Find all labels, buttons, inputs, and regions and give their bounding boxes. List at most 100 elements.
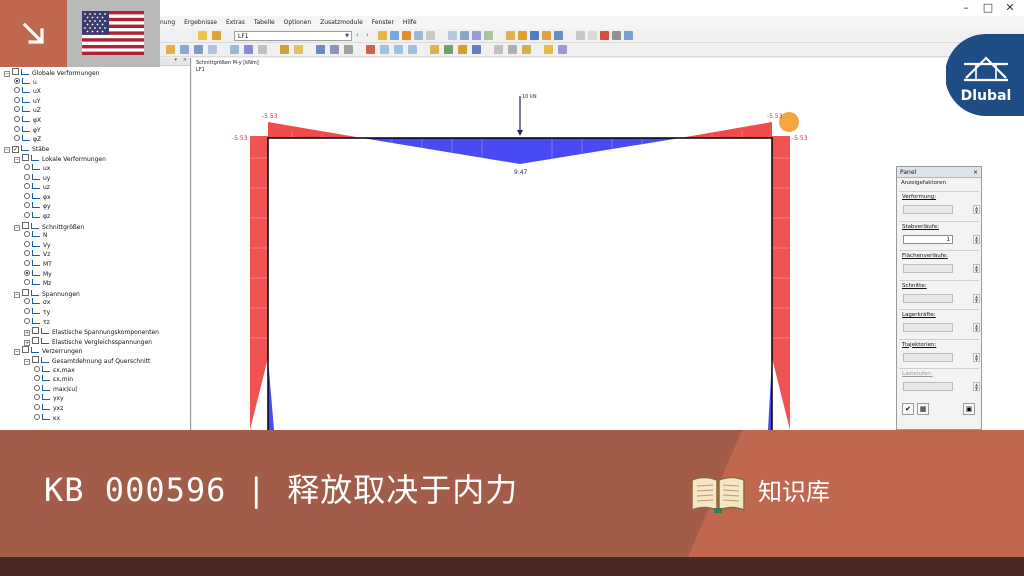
line-icon[interactable] bbox=[194, 45, 203, 54]
expand-icon[interactable]: − bbox=[24, 359, 30, 365]
tree-node[interactable]: − ✓ Stäbe bbox=[4, 144, 49, 154]
tree-node[interactable]: − Verzerrungen bbox=[14, 346, 82, 356]
view-z-icon[interactable] bbox=[408, 45, 417, 54]
view-x-icon[interactable] bbox=[380, 45, 389, 54]
tree-node[interactable]: φx bbox=[24, 192, 51, 202]
next-icon[interactable]: › bbox=[366, 31, 375, 40]
radio-button[interactable] bbox=[14, 135, 20, 142]
tree-node[interactable]: φX bbox=[14, 116, 41, 125]
surface-tool-icon[interactable] bbox=[208, 45, 217, 54]
tree-node[interactable]: φz bbox=[24, 212, 50, 221]
spin-button[interactable]: ▲ ▼ bbox=[973, 382, 980, 391]
close-icon[interactable]: × bbox=[973, 167, 978, 178]
expand-icon[interactable]: + bbox=[24, 330, 30, 337]
section-icon[interactable] bbox=[460, 31, 469, 40]
close-icon[interactable]: ✕ bbox=[999, 1, 1021, 15]
radio-button[interactable] bbox=[24, 231, 30, 238]
spin-button[interactable]: ▲ ▼ bbox=[973, 323, 980, 332]
close-icon[interactable]: × bbox=[183, 58, 187, 63]
colour-scale-icon[interactable] bbox=[472, 45, 481, 54]
menu-item-hilfe[interactable]: Hilfe bbox=[403, 16, 417, 29]
expand-icon[interactable]: − bbox=[14, 349, 20, 356]
tree-node[interactable]: N bbox=[24, 231, 48, 240]
solid-icon[interactable] bbox=[230, 45, 239, 54]
frame-members[interactable] bbox=[267, 137, 773, 430]
expand-icon[interactable]: − bbox=[4, 146, 10, 153]
result-diagram-icon[interactable] bbox=[444, 45, 453, 54]
expand-icon[interactable]: + bbox=[24, 339, 30, 346]
tree-node[interactable]: εx,max bbox=[34, 365, 75, 375]
menu-item-berechnung[interactable]: nung bbox=[160, 16, 175, 29]
panel-factor-field[interactable] bbox=[903, 293, 953, 303]
dimension-icon[interactable] bbox=[330, 45, 339, 54]
menu-item-zusatzmodule[interactable]: Zusatzmodule bbox=[320, 16, 363, 29]
tree-node[interactable]: − Globale Verformungen bbox=[4, 68, 99, 77]
radio-button[interactable] bbox=[34, 404, 40, 410]
grid-icon[interactable] bbox=[414, 31, 423, 40]
checkbox[interactable] bbox=[32, 336, 39, 344]
tree-node[interactable]: τy bbox=[24, 308, 50, 317]
radio-button[interactable] bbox=[14, 106, 20, 113]
checkbox[interactable] bbox=[22, 154, 29, 162]
expand-icon[interactable]: − bbox=[14, 291, 20, 298]
radio-button[interactable] bbox=[34, 384, 40, 391]
checkbox[interactable] bbox=[22, 221, 29, 229]
zoom-icon[interactable] bbox=[588, 31, 597, 40]
checkbox[interactable] bbox=[32, 356, 39, 363]
table-icon[interactable] bbox=[448, 31, 457, 40]
tree-node[interactable]: εx,min bbox=[34, 375, 73, 384]
panel-factor-field[interactable] bbox=[903, 264, 953, 273]
spin-button[interactable]: ▲ ▼ bbox=[973, 205, 980, 214]
tree-node[interactable]: − Schnittgrößen bbox=[14, 221, 84, 231]
filter-icon[interactable] bbox=[402, 31, 411, 40]
tree-node[interactable]: + Elastische Spannungskomponenten bbox=[24, 327, 159, 337]
radio-button[interactable] bbox=[24, 250, 30, 257]
spin-button[interactable]: ▲ ▼ bbox=[973, 352, 980, 362]
release-icon[interactable] bbox=[366, 45, 375, 54]
panel-factor-field[interactable] bbox=[903, 382, 953, 391]
tree-node[interactable]: − Lokale Verformungen bbox=[14, 154, 106, 164]
loadcase-select[interactable]: LF1 ▼ bbox=[234, 31, 352, 41]
radio-button[interactable] bbox=[14, 96, 20, 103]
tree-node[interactable]: τz bbox=[24, 317, 50, 327]
tree-node[interactable]: Vy bbox=[24, 240, 51, 250]
radio-button[interactable] bbox=[34, 394, 40, 401]
radio-button[interactable] bbox=[24, 269, 30, 276]
radio-button[interactable] bbox=[24, 164, 30, 170]
menu-item-extras[interactable]: Extras bbox=[226, 16, 245, 29]
delete-icon[interactable] bbox=[600, 31, 609, 40]
radio-button[interactable] bbox=[24, 192, 30, 199]
menu-item-optionen[interactable]: Optionen bbox=[284, 16, 312, 29]
radio-button[interactable] bbox=[24, 173, 30, 180]
radio-button[interactable] bbox=[24, 308, 30, 314]
print-icon[interactable] bbox=[426, 31, 435, 40]
info-icon[interactable] bbox=[624, 31, 633, 40]
rotate-icon[interactable] bbox=[576, 31, 585, 40]
spin-button[interactable]: ▲ ▼ bbox=[973, 234, 980, 244]
menu-item-fenster[interactable]: Fenster bbox=[372, 16, 394, 29]
pin-icon[interactable]: ▾ bbox=[174, 58, 177, 63]
menu-item-tabelle[interactable]: Tabelle bbox=[254, 16, 275, 29]
radio-button[interactable] bbox=[24, 279, 30, 286]
tree-node[interactable]: φY bbox=[14, 125, 41, 135]
language-tile[interactable] bbox=[67, 0, 160, 67]
view-y-icon[interactable] bbox=[394, 45, 403, 54]
maximize-icon[interactable]: □ bbox=[977, 1, 999, 15]
checkbox[interactable] bbox=[22, 346, 29, 354]
tree-node[interactable]: u bbox=[14, 77, 37, 87]
radio-button[interactable] bbox=[24, 202, 30, 209]
radio-button[interactable] bbox=[34, 365, 40, 372]
panel-factor-field[interactable] bbox=[903, 352, 953, 362]
tree-node[interactable]: My bbox=[24, 269, 52, 279]
display-settings-icon[interactable]: ▦ bbox=[917, 403, 929, 415]
hinge-icon[interactable] bbox=[258, 45, 267, 54]
render-icon[interactable] bbox=[530, 31, 539, 40]
radio-button[interactable] bbox=[14, 116, 20, 122]
check-icon[interactable] bbox=[544, 45, 553, 54]
check-icon[interactable]: ✔ bbox=[902, 403, 914, 415]
tree-node[interactable]: γxz bbox=[34, 404, 63, 413]
node-icon[interactable] bbox=[180, 45, 189, 54]
comment-icon[interactable] bbox=[344, 45, 353, 54]
expand-icon[interactable]: − bbox=[14, 224, 20, 231]
menu-item-ergebnisse[interactable]: Ergebnisse bbox=[184, 16, 217, 29]
